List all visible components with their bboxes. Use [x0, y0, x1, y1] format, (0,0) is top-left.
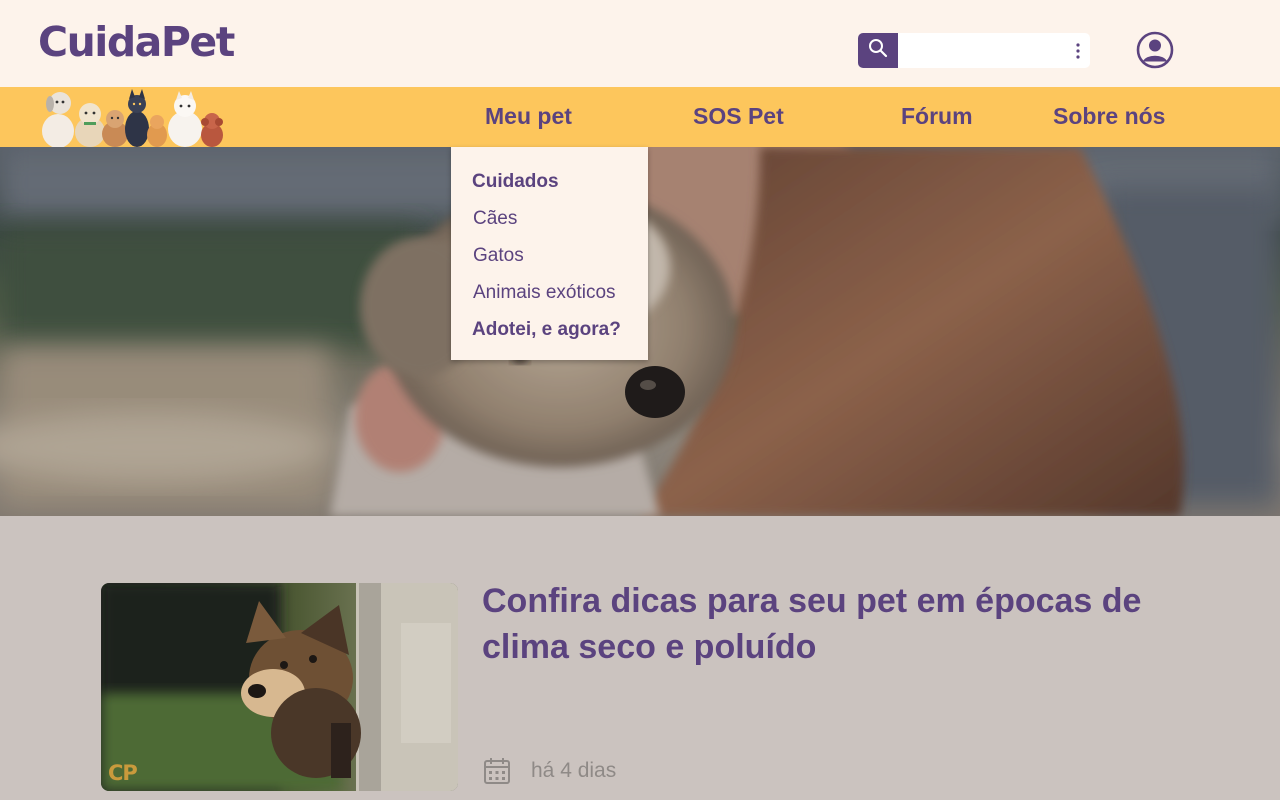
dropdown-item-gatos[interactable]: Gatos	[473, 245, 524, 267]
nav-sos-pet[interactable]: SOS Pet	[693, 103, 784, 130]
vertical-dots-icon[interactable]	[1070, 39, 1086, 62]
article-date: há 4 dias	[531, 759, 617, 782]
article-thumbnail[interactable]: CP	[101, 583, 458, 791]
dropdown-item-cuidados[interactable]: Cuidados	[472, 171, 559, 193]
cp-watermark-logo: CP	[108, 761, 138, 785]
nav-forum[interactable]: Fórum	[901, 103, 973, 130]
nav-meu-pet[interactable]: Meu pet	[485, 103, 572, 130]
article-title[interactable]: Confira dicas para seu pet em épocas de …	[482, 578, 1172, 670]
pets-illustration	[40, 89, 225, 148]
main-nav: Meu pet SOS Pet Fórum Sobre nós	[0, 87, 1280, 148]
search-button[interactable]	[858, 33, 898, 68]
header: CuidaPet	[0, 0, 1280, 87]
meu-pet-dropdown: Cuidados Cães Gatos Animais exóticos Ado…	[451, 147, 648, 360]
dropdown-item-adotei[interactable]: Adotei, e agora?	[472, 319, 621, 341]
nav-sobre-nos[interactable]: Sobre nós	[1053, 103, 1165, 130]
user-profile-icon[interactable]	[1136, 31, 1174, 69]
search-icon	[868, 38, 888, 63]
calendar-icon	[483, 757, 511, 785]
dropdown-item-animais-exoticos[interactable]: Animais exóticos	[473, 282, 616, 304]
site-logo[interactable]: CuidaPet	[38, 18, 235, 66]
search-input[interactable]	[902, 35, 1062, 66]
dropdown-item-caes[interactable]: Cães	[473, 208, 517, 230]
search-bar	[858, 33, 1090, 68]
